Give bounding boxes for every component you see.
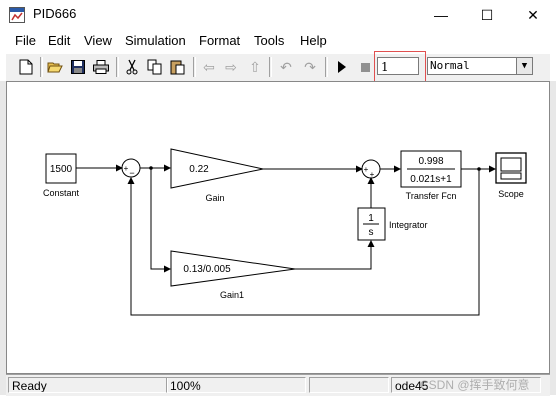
- toolbar-separator: [325, 57, 328, 77]
- sum2-sign-plus-bottom: +: [370, 170, 375, 179]
- gain1-value: 0.13/0.005: [183, 264, 231, 275]
- menu-file[interactable]: File: [15, 33, 36, 48]
- redo-icon[interactable]: ↷: [300, 57, 320, 77]
- minimize-button[interactable]: —: [418, 0, 464, 30]
- integrator-label: Integrator: [389, 220, 428, 230]
- stop-icon[interactable]: [355, 57, 375, 77]
- right-border: [550, 81, 556, 395]
- maximize-button[interactable]: ☐: [464, 0, 510, 30]
- watermark: CSDN @挥手致何意: [420, 378, 530, 392]
- scope-label: Scope: [498, 189, 524, 199]
- gain-value: 0.22: [189, 164, 209, 175]
- menu-simulation[interactable]: Simulation: [125, 33, 186, 48]
- toolbar-separator: [40, 57, 43, 77]
- up-icon[interactable]: ⇧: [245, 57, 265, 77]
- branch-point: [149, 166, 153, 170]
- simulink-app-icon: [9, 7, 25, 23]
- menu-view[interactable]: View: [84, 33, 112, 48]
- close-button[interactable]: ✕: [510, 0, 556, 30]
- toolbar-separator: [193, 57, 196, 77]
- toolbar-separator: [116, 57, 119, 77]
- run-icon[interactable]: [332, 57, 352, 77]
- scope-block[interactable]: Scope: [495, 152, 527, 199]
- simulation-mode-select[interactable]: Normal ▼: [427, 57, 533, 75]
- gain-label: Gain: [205, 193, 224, 203]
- open-icon[interactable]: [45, 57, 65, 77]
- chevron-down-icon[interactable]: ▼: [516, 58, 532, 74]
- constant-label: Constant: [43, 188, 80, 198]
- status-empty: [309, 377, 389, 393]
- menu-tools[interactable]: Tools: [254, 33, 284, 48]
- transfer-fcn-block[interactable]: 0.998 0.021s+1 Transfer Fcn: [400, 150, 462, 201]
- menu-edit[interactable]: Edit: [48, 33, 70, 48]
- branch-point: [477, 167, 481, 171]
- back-icon[interactable]: ⇦: [199, 57, 219, 77]
- toolbar-separator: [269, 57, 272, 77]
- constant-value: 1500: [50, 164, 73, 175]
- simulation-mode-value: Normal: [430, 59, 470, 72]
- sum1-sign-plus: +: [124, 164, 129, 173]
- save-icon[interactable]: [68, 57, 88, 77]
- window-title: PID666: [33, 6, 77, 21]
- status-state: Ready: [8, 377, 168, 393]
- menu-help[interactable]: Help: [300, 33, 327, 48]
- cut-icon[interactable]: [122, 57, 142, 77]
- integrator-numerator: 1: [368, 213, 374, 224]
- title-bar: PID666 — ☐ ✕: [0, 0, 556, 30]
- gain-block[interactable]: 0.22 Gain: [170, 148, 264, 203]
- status-zoom: 100%: [166, 377, 306, 393]
- sum2-block[interactable]: + +: [361, 159, 381, 179]
- sum2-sign-plus-left: +: [364, 165, 369, 174]
- model-canvas[interactable]: 1500 Constant + − 0.22 Gain 0.13/0.005 G…: [6, 81, 550, 374]
- sum1-block[interactable]: + −: [121, 158, 141, 178]
- constant-block[interactable]: 1500 Constant: [43, 153, 80, 198]
- transfer-denominator: 0.021s+1: [410, 174, 452, 185]
- transfer-numerator: 0.998: [418, 156, 443, 167]
- paste-icon[interactable]: [168, 57, 188, 77]
- undo-icon[interactable]: ↶: [276, 57, 296, 77]
- print-icon[interactable]: [91, 57, 111, 77]
- gain1-block[interactable]: 0.13/0.005 Gain1: [170, 250, 296, 300]
- gain1-label: Gain1: [220, 290, 244, 300]
- transfer-label: Transfer Fcn: [406, 191, 457, 201]
- signal-gain1-to-integrator: [295, 240, 375, 270]
- forward-icon[interactable]: ⇨: [221, 57, 241, 77]
- integrator-block[interactable]: 1 s Integrator: [357, 207, 428, 241]
- menu-bar: File Edit View Simulation Format Tools H…: [0, 31, 556, 52]
- menu-format[interactable]: Format: [199, 33, 240, 48]
- sum1-sign-minus: −: [129, 168, 134, 178]
- new-icon[interactable]: [16, 57, 36, 77]
- block-diagram: 1500 Constant + − 0.22 Gain 0.13/0.005 G…: [43, 148, 527, 316]
- integrator-denominator: s: [369, 227, 374, 238]
- signal-error-to-gain1: [150, 168, 171, 273]
- copy-icon[interactable]: [145, 57, 165, 77]
